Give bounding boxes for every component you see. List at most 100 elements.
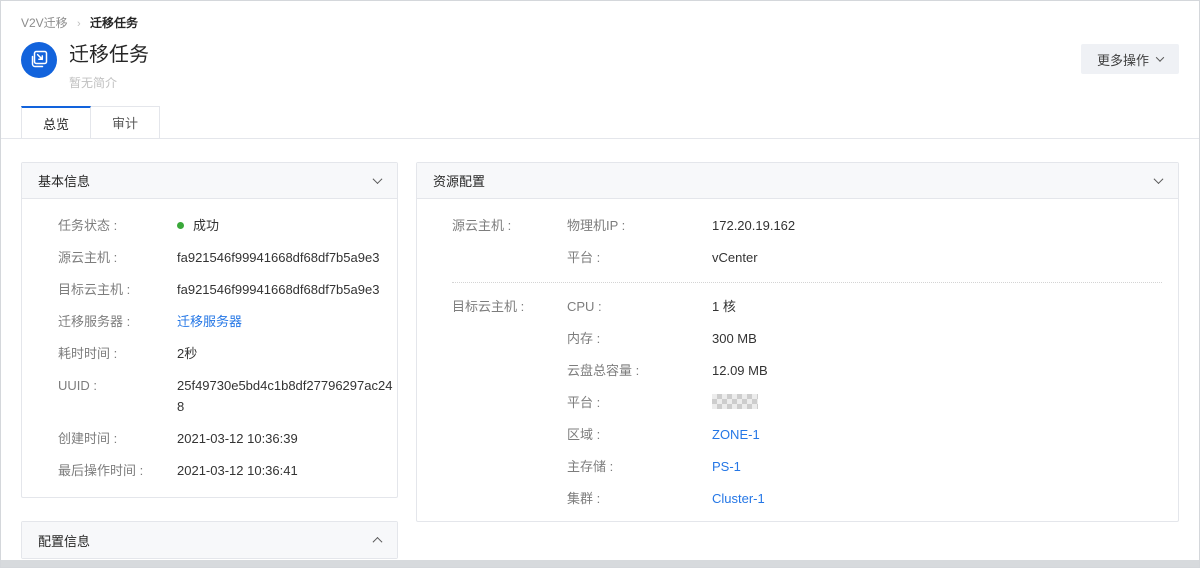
table-row: 迁移服务器 : 迁移服务器 xyxy=(58,311,395,332)
field-label: UUID : xyxy=(58,375,177,396)
left-column: 基本信息 任务状态 : 成功 源云主机 : fa921546f99941668d… xyxy=(21,162,398,559)
last-op-time-value: 2021-03-12 10:36:41 xyxy=(177,460,395,481)
table-row: 目标云主机 : fa921546f99941668df68df7b5a9e3 xyxy=(58,279,395,300)
table-row: 源云主机 : fa921546f99941668df68df7b5a9e3 xyxy=(58,247,395,268)
resource-config-panel-header[interactable]: 资源配置 xyxy=(417,163,1178,199)
page-title: 迁移任务 xyxy=(69,42,1081,68)
tab-audit[interactable]: 审计 xyxy=(91,106,160,138)
status-text: 成功 xyxy=(193,218,219,233)
migration-server-link[interactable]: 迁移服务器 xyxy=(177,314,242,329)
field-label: 主存储 : xyxy=(567,456,712,477)
field-label: 任务状态 : xyxy=(58,215,177,236)
field-label: 最后操作时间 : xyxy=(58,460,177,481)
migration-task-detail-page: V2V迁移 › 迁移任务 迁移任务 暂无简介 更多操作 总览 审计 xyxy=(0,0,1200,568)
breadcrumb-current: 迁移任务 xyxy=(90,16,138,30)
field-label: 平台 : xyxy=(567,247,712,268)
source-vm-group: 源云主机 : 物理机IP : 172.20.19.162 平台 : vCente… xyxy=(452,215,1162,279)
elapsed-time-value: 2秒 xyxy=(177,343,395,364)
chevron-down-icon xyxy=(1156,53,1164,61)
basic-info-body: 任务状态 : 成功 源云主机 : fa921546f99941668df68df… xyxy=(22,199,397,497)
table-row: UUID : 25f49730e5bd4c1b8df27796297ac248 xyxy=(58,375,395,417)
resource-config-panel: 资源配置 源云主机 : 物理机IP : 172.20.19.162 xyxy=(416,162,1179,522)
table-row: 最后操作时间 : 2021-03-12 10:36:41 xyxy=(58,460,395,481)
group-rows: CPU : 1 核 内存 : 300 MB 云盘总容量 : 12.09 MB xyxy=(567,296,1162,520)
field-value: PS-1 xyxy=(712,456,1162,477)
field-label: 云盘总容量 : xyxy=(567,360,712,381)
group-rows: 物理机IP : 172.20.19.162 平台 : vCenter xyxy=(567,215,1162,279)
field-label: 物理机IP : xyxy=(567,215,712,236)
field-label: 源云主机 : xyxy=(58,247,177,268)
resource-config-panel-title: 资源配置 xyxy=(433,171,1155,190)
table-row: 云盘总容量 : 12.09 MB xyxy=(567,360,1162,381)
table-row: 平台 : vCenter xyxy=(567,247,1162,268)
table-row: 平台 : xyxy=(567,392,1162,413)
memory-value: 300 MB xyxy=(712,328,1162,349)
field-label: 集群 : xyxy=(567,488,712,509)
tab-audit-label: 审计 xyxy=(112,113,138,132)
table-row: 内存 : 300 MB xyxy=(567,328,1162,349)
source-vm-uuid: fa921546f99941668df68df7b5a9e3 xyxy=(177,247,395,268)
tab-overview-label: 总览 xyxy=(43,114,69,133)
table-row: 集群 : Cluster-1 xyxy=(567,488,1162,509)
field-value: ZONE-1 xyxy=(712,424,1162,445)
table-row: 区域 : ZONE-1 xyxy=(567,424,1162,445)
breadcrumb: V2V迁移 › 迁移任务 xyxy=(1,1,1199,31)
overview-content: 基本信息 任务状态 : 成功 源云主机 : fa921546f99941668d… xyxy=(1,139,1199,559)
primary-storage-link[interactable]: PS-1 xyxy=(712,459,741,474)
field-label: 平台 : xyxy=(567,392,712,413)
disk-capacity-value: 12.09 MB xyxy=(712,360,1162,381)
chevron-up-icon[interactable] xyxy=(373,536,383,546)
create-time-value: 2021-03-12 10:36:39 xyxy=(177,428,395,449)
field-label: 区域 : xyxy=(567,424,712,445)
group-label: 目标云主机 : xyxy=(452,296,567,317)
right-column: 资源配置 源云主机 : 物理机IP : 172.20.19.162 xyxy=(416,162,1179,522)
cpu-value: 1 核 xyxy=(712,296,1162,317)
table-row: 耗时时间 : 2秒 xyxy=(58,343,395,364)
source-platform-value: vCenter xyxy=(712,247,1162,268)
migration-task-icon xyxy=(21,42,57,78)
field-value: Cluster-1 xyxy=(712,488,1162,509)
config-info-panel-title: 配置信息 xyxy=(38,531,374,550)
redacted-value xyxy=(712,394,758,409)
zone-link[interactable]: ZONE-1 xyxy=(712,427,760,442)
tab-bar: 总览 审计 xyxy=(1,106,1199,139)
field-label: 创建时间 : xyxy=(58,428,177,449)
table-row: 主存储 : PS-1 xyxy=(567,456,1162,477)
window-bottom-edge xyxy=(1,560,1199,567)
field-label: 耗时时间 : xyxy=(58,343,177,364)
table-row: 物理机IP : 172.20.19.162 xyxy=(567,215,1162,236)
chevron-down-icon[interactable] xyxy=(1154,174,1164,184)
target-vm-group: 目标云主机 : CPU : 1 核 内存 : 300 MB 云盘 xyxy=(452,296,1162,520)
group-label: 源云主机 : xyxy=(452,215,567,236)
breadcrumb-separator-icon: › xyxy=(77,18,81,30)
target-vm-uuid: fa921546f99941668df68df7b5a9e3 xyxy=(177,279,395,300)
field-value: 迁移服务器 xyxy=(177,311,395,332)
task-uuid-value: 25f49730e5bd4c1b8df27796297ac248 xyxy=(177,375,395,417)
basic-info-panel: 基本信息 任务状态 : 成功 源云主机 : fa921546f99941668d… xyxy=(21,162,398,498)
resource-config-body: 源云主机 : 物理机IP : 172.20.19.162 平台 : vCente… xyxy=(417,199,1178,521)
title-block: 迁移任务 暂无简介 xyxy=(69,42,1081,91)
chevron-down-icon[interactable] xyxy=(373,174,383,184)
table-row: 创建时间 : 2021-03-12 10:36:39 xyxy=(58,428,395,449)
group-divider xyxy=(452,282,1162,283)
page-header: 迁移任务 暂无简介 更多操作 xyxy=(1,31,1199,91)
host-ip-value: 172.20.19.162 xyxy=(712,215,1162,236)
config-info-panel: 配置信息 xyxy=(21,521,398,559)
more-actions-button[interactable]: 更多操作 xyxy=(1081,44,1179,74)
status-badge: 成功 xyxy=(177,215,395,236)
breadcrumb-parent-link[interactable]: V2V迁移 xyxy=(21,16,68,30)
page-subtitle: 暂无简介 xyxy=(69,74,1081,91)
field-label: 目标云主机 : xyxy=(58,279,177,300)
field-label: CPU : xyxy=(567,296,712,317)
field-label: 内存 : xyxy=(567,328,712,349)
basic-info-panel-header[interactable]: 基本信息 xyxy=(22,163,397,199)
table-row: 任务状态 : 成功 xyxy=(58,215,395,236)
basic-info-panel-title: 基本信息 xyxy=(38,171,374,190)
more-actions-label: 更多操作 xyxy=(1097,50,1149,69)
field-label: 迁移服务器 : xyxy=(58,311,177,332)
table-row: CPU : 1 核 xyxy=(567,296,1162,317)
tab-overview[interactable]: 总览 xyxy=(21,106,91,138)
config-info-panel-header[interactable]: 配置信息 xyxy=(22,522,397,558)
cluster-link[interactable]: Cluster-1 xyxy=(712,491,765,506)
target-platform-value xyxy=(712,392,1162,413)
